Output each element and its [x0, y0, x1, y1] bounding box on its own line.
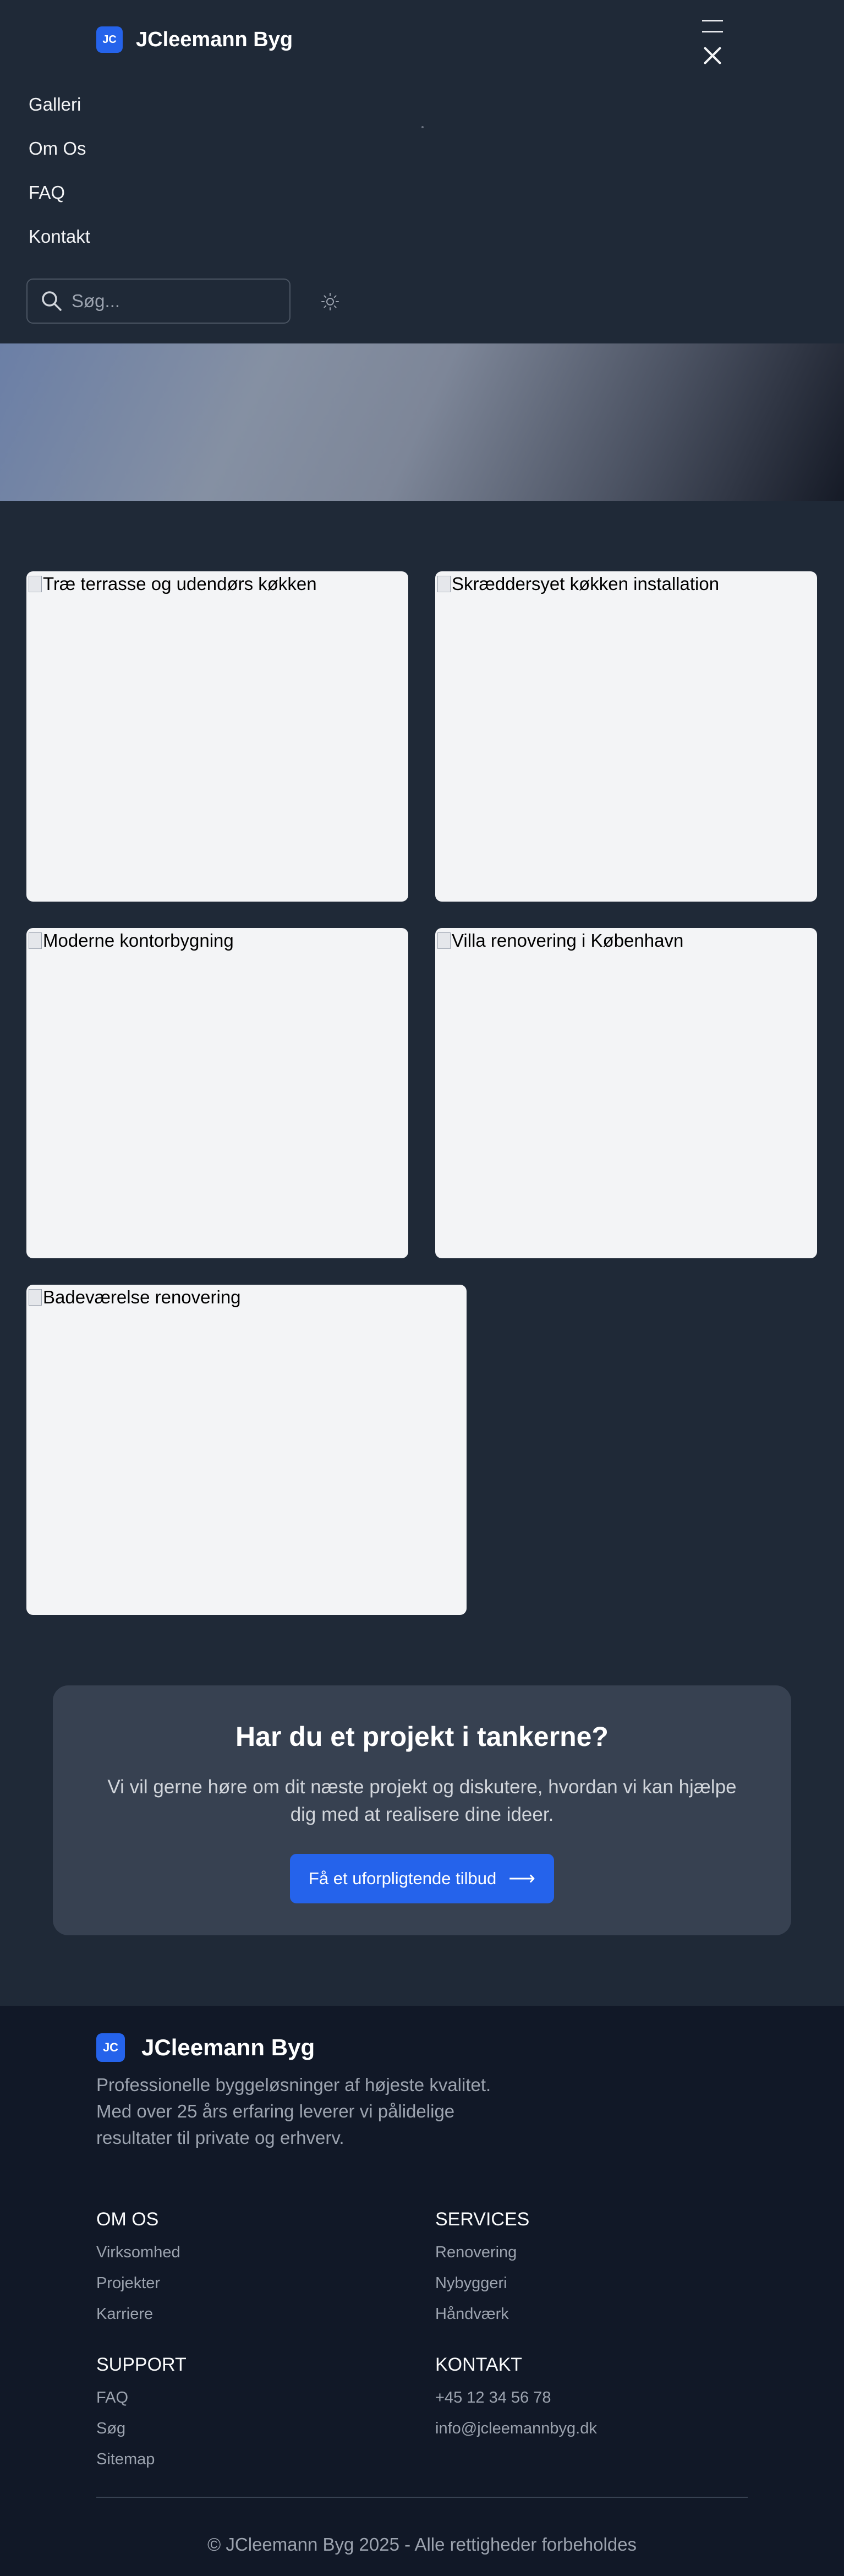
brand-name: JCleemann Byg [136, 28, 293, 51]
footer-link[interactable]: Renovering [435, 2241, 529, 2272]
gallery-image-alt: Moderne kontorbygning [29, 930, 234, 951]
broken-image-icon [437, 932, 451, 949]
footer-divider [96, 2497, 748, 2498]
footer-logo-badge: JC [96, 2033, 125, 2062]
gallery-image-alt: Villa renovering i København [437, 930, 683, 951]
footer-link[interactable]: Sitemap [96, 2448, 187, 2479]
footer-link[interactable]: Søg [96, 2417, 187, 2448]
cta-section: Har du et projekt i tankerne? Vi vil ger… [53, 1685, 791, 1935]
nav-item-om-os[interactable]: Om Os [29, 138, 90, 182]
footer-link[interactable]: Virksomhed [96, 2241, 180, 2272]
gallery-item-caption: Badeværelse renovering [43, 1287, 241, 1307]
site-footer: JC JCleemann Byg Professionelle byggeløs… [0, 2006, 844, 2576]
gallery-item[interactable]: Villa renovering i København [435, 928, 817, 1258]
footer-column-kontakt: KONTAKT +45 12 34 56 78 info@jcleemannby… [435, 2353, 597, 2448]
brand-logo[interactable]: JC JCleemann Byg [96, 26, 293, 53]
sun-icon [321, 293, 339, 310]
footer-column-services: SERVICES Renovering Nybyggeri Håndværk [435, 2207, 529, 2334]
footer-brand[interactable]: JC JCleemann Byg [96, 2033, 315, 2062]
gallery-item-caption: Moderne kontorbygning [43, 930, 234, 951]
footer-column-support: SUPPORT FAQ Søg Sitemap [96, 2353, 187, 2479]
search-box [26, 279, 291, 324]
footer-description: Professionelle byggeløsninger af højeste… [96, 2075, 491, 2148]
gallery-item[interactable]: Badeværelse renovering [26, 1285, 467, 1615]
gallery-item[interactable]: Træ terrasse og udendørs køkken [26, 571, 408, 902]
footer-email-link[interactable]: info@jcleemannbyg.dk [435, 2417, 597, 2448]
footer-link[interactable]: Karriere [96, 2303, 180, 2334]
footer-link[interactable]: Nybyggeri [435, 2272, 529, 2303]
menu-toggle-button[interactable] [699, 17, 726, 66]
hamburger-icon-bar [702, 31, 723, 32]
close-icon [701, 44, 724, 67]
site-header: JC JCleemann Byg [0, 0, 844, 80]
theme-toggle-button[interactable] [319, 291, 341, 313]
broken-image-icon [437, 576, 451, 592]
footer-column-title: SERVICES [435, 2209, 530, 2230]
gallery-item-caption: Skræddersyet køkken installation [452, 574, 720, 594]
gallery-image-alt: Træ terrasse og udendørs køkken [29, 574, 317, 594]
gallery-image-alt: Badeværelse renovering [29, 1287, 241, 1308]
footer-column-title: SUPPORT [96, 2354, 187, 2375]
cta-title: Har du et projekt i tankerne? [235, 1721, 609, 1752]
gallery-image-alt: Skræddersyet køkken installation [437, 574, 719, 594]
gallery-item[interactable]: Skræddersyet køkken installation [435, 571, 817, 902]
footer-column-om-os: OM OS Virksomhed Projekter Karriere [96, 2207, 180, 2334]
nav-item-kontakt[interactable]: Kontakt [29, 226, 90, 270]
gallery-item-caption: Villa renovering i København [452, 930, 684, 951]
footer-link[interactable]: Håndværk [435, 2303, 529, 2334]
logo-badge: JC [96, 26, 123, 53]
search-input[interactable] [72, 291, 281, 312]
hero-banner [0, 343, 844, 501]
get-quote-button[interactable]: Få et uforpligtende tilbud ⟶ [290, 1854, 554, 1903]
footer-phone-link[interactable]: +45 12 34 56 78 [435, 2387, 597, 2417]
footer-column-title: KONTAKT [435, 2354, 523, 2375]
arrow-right-icon: ⟶ [508, 1868, 535, 1889]
footer-column-title: OM OS [96, 2209, 159, 2230]
search-icon [39, 288, 65, 314]
broken-image-icon [29, 576, 42, 592]
footer-link[interactable]: Projekter [96, 2272, 180, 2303]
cta-text: Vi vil gerne høre om dit næste projekt o… [107, 1776, 737, 1825]
footer-brand-name: JCleemann Byg [141, 2034, 315, 2060]
copyright-text: © JCleemann Byg 2025 - Alle rettigheder … [207, 2534, 637, 2555]
broken-image-icon [29, 1289, 42, 1306]
decorative-dot [421, 126, 424, 128]
gallery-item[interactable]: Moderne kontorbygning [26, 928, 408, 1258]
footer-link[interactable]: FAQ [96, 2387, 187, 2417]
mobile-nav: Galleri Om Os FAQ Kontakt [29, 94, 90, 270]
cta-button-label: Få et uforpligtende tilbud [309, 1869, 497, 1888]
gallery-item-caption: Træ terrasse og udendørs køkken [43, 574, 317, 594]
nav-item-galleri[interactable]: Galleri [29, 94, 90, 138]
nav-item-faq[interactable]: FAQ [29, 182, 90, 226]
hamburger-icon [702, 20, 723, 21]
broken-image-icon [29, 932, 42, 949]
